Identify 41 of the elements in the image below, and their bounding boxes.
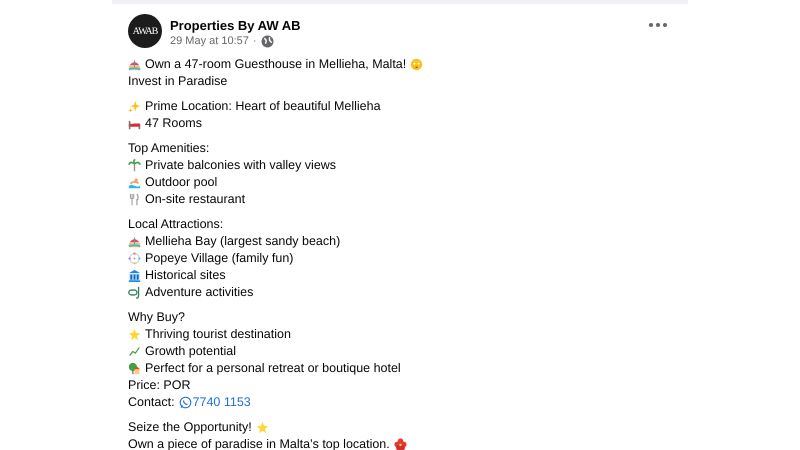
author-name[interactable]: Properties By AW AB <box>170 18 640 34</box>
post-text: Private balconies with valley views <box>145 157 336 174</box>
palm-tree-icon <box>128 159 141 172</box>
avatar[interactable]: AWAB <box>128 14 162 48</box>
post-text: Historical sites <box>145 267 226 284</box>
phone-link[interactable]: 7740 1153 <box>178 394 251 411</box>
chart-increasing-icon <box>128 345 141 358</box>
post-text: Price: POR <box>128 377 191 394</box>
flushed-face-icon <box>410 58 424 71</box>
more-options-icon[interactable] <box>648 22 668 28</box>
separator: · <box>252 34 257 48</box>
house-with-tree-icon <box>128 362 141 375</box>
post-text: Popeye Village (family fun) <box>145 250 294 267</box>
post-text: Seize the Opportunity! <box>128 419 252 436</box>
post-time[interactable]: 29 May at 10:57 <box>170 34 249 48</box>
post-text: Perfect for a personal retreat or boutique hotel <box>145 360 401 377</box>
post-text: Thriving tourist destination <box>145 326 291 343</box>
post-text: Top Amenities: <box>128 140 210 157</box>
post-text: Mellieha Bay (largest sandy beach) <box>145 233 340 250</box>
glowing-star-icon <box>256 421 269 434</box>
swimmer-icon <box>128 176 141 189</box>
beach-umbrella-icon <box>128 58 141 71</box>
post-text: Why Buy? <box>128 309 185 326</box>
building-icon <box>128 269 141 282</box>
beach-umbrella-icon <box>128 235 141 248</box>
post-text: On-site restaurant <box>145 191 246 208</box>
fork-and-knife-icon <box>128 193 141 206</box>
glowing-star-icon <box>128 328 141 341</box>
globe-icon[interactable] <box>260 34 274 48</box>
post-text: Local Attractions: <box>128 216 224 233</box>
post-text: 47 Rooms <box>145 115 202 132</box>
sparkles-icon <box>128 100 141 113</box>
post-text: Prime Location: Heart of beautiful Mellieha <box>145 98 381 115</box>
post-text: Outdoor pool <box>145 174 218 191</box>
post-text: Own a 47-room Guesthouse in Mellieha, Malta! <box>145 56 406 73</box>
whatsapp-icon[interactable] <box>178 396 192 409</box>
post-text: Adventure activities <box>145 284 254 301</box>
post-text: Invest in Paradise <box>128 73 228 90</box>
post-text: Growth potential <box>145 343 236 360</box>
post-text: Contact: <box>128 394 175 411</box>
hibiscus-icon <box>394 438 407 450</box>
